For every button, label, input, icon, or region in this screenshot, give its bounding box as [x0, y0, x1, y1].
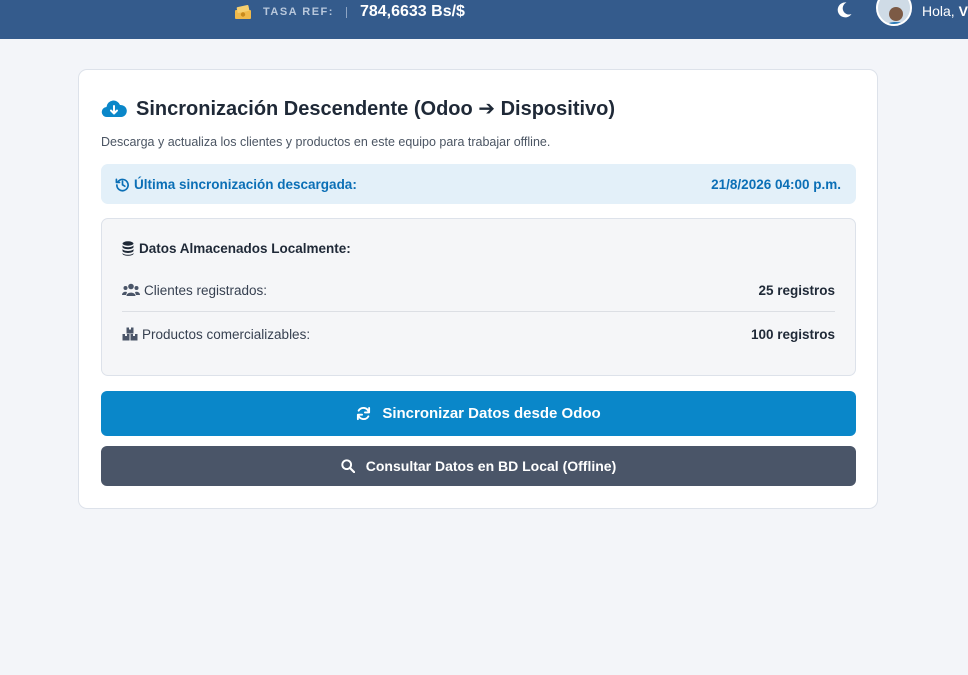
local-data-title: Datos Almacenados Localmente:	[139, 241, 351, 256]
boxes-icon	[122, 327, 138, 341]
exchange-rate: TASA REF: 784,6633 Bs/$	[234, 0, 465, 24]
money-bill-icon	[235, 5, 251, 19]
last-sync-label: Última sincronización descargada:	[134, 176, 357, 192]
products-label: Productos comercializables:	[142, 326, 311, 342]
exchange-rate-label: TASA REF:	[263, 6, 334, 18]
query-local-db-button[interactable]: Consultar Datos en BD Local (Offline)	[101, 446, 856, 486]
cloud-download-icon	[101, 100, 127, 117]
separator	[345, 6, 347, 18]
top-bar: TASA REF: 784,6633 Bs/$ Hola, V	[0, 0, 968, 39]
sync-icon	[357, 406, 371, 421]
users-icon	[122, 283, 140, 296]
divider	[122, 311, 835, 312]
local-data-header: Datos Almacenados Localmente:	[122, 241, 351, 256]
greeting-text: Hola,	[922, 3, 955, 19]
card-subtitle: Descarga y actualiza los clientes y prod…	[101, 135, 551, 149]
user-photo-icon	[878, 0, 910, 24]
moon-icon[interactable]	[835, 1, 853, 19]
clients-count: 25 registros	[758, 282, 835, 298]
history-icon	[115, 178, 129, 192]
card-header: Sincronización Descendente (Odoo ➔ Dispo…	[101, 96, 615, 121]
products-row: Productos comercializables: 100 registro…	[122, 323, 835, 345]
avatar[interactable]	[876, 0, 912, 26]
products-count: 100 registros	[750, 326, 835, 342]
local-button-label: Consultar Datos en BD Local (Offline)	[365, 458, 617, 474]
search-icon	[341, 459, 355, 473]
last-sync-value: 21/8/2026 04:00 p.m.	[711, 176, 841, 192]
clients-row: Clientes registrados: 25 registros	[122, 279, 835, 301]
user-greeting[interactable]: Hola, V	[922, 3, 968, 19]
card-title: Sincronización Descendente (Odoo ➔ Dispo…	[136, 98, 616, 120]
sync-from-odoo-button[interactable]: Sincronizar Datos desde Odoo	[101, 391, 856, 436]
user-name: V	[958, 3, 968, 19]
sync-button-label: Sincronizar Datos desde Odoo	[382, 405, 601, 422]
exchange-rate-value: 784,6633 Bs/$	[359, 3, 465, 20]
sync-card: Sincronización Descendente (Odoo ➔ Dispo…	[78, 69, 878, 509]
last-sync-banner: Última sincronización descargada: 21/8/2…	[101, 164, 856, 204]
database-icon	[122, 241, 134, 256]
clients-label: Clientes registrados:	[144, 282, 268, 298]
local-data-panel: Datos Almacenados Localmente: Clientes r…	[101, 218, 856, 376]
